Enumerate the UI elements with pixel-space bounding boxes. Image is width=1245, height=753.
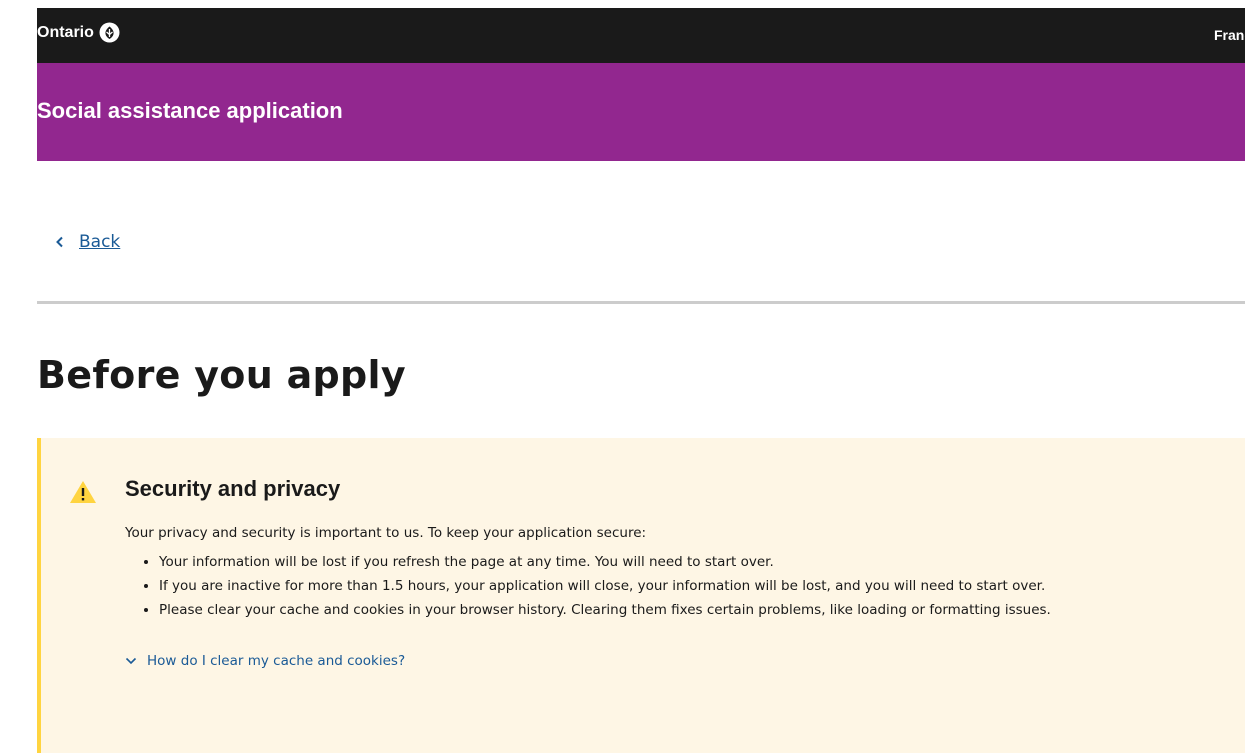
- warning-icon: [70, 481, 96, 503]
- list-item: If you are inactive for more than 1.5 ho…: [159, 574, 1239, 598]
- page-title: Before you apply: [37, 353, 406, 397]
- chevron-down-icon: [125, 657, 137, 665]
- language-toggle-link[interactable]: Français: [1214, 27, 1245, 43]
- chevron-left-icon: [56, 236, 63, 248]
- application-header: Social assistance application: [37, 63, 1245, 161]
- callout-heading: Security and privacy: [125, 476, 341, 501]
- list-item: Please clear your cache and cookies in y…: [159, 598, 1239, 622]
- brand-name: Ontario: [37, 23, 94, 41]
- security-tips-list: Your information will be lost if you ref…: [159, 550, 1239, 622]
- clear-cache-details-toggle[interactable]: How do I clear my cache and cookies?: [125, 653, 405, 669]
- back-link[interactable]: Back: [55, 232, 120, 252]
- application-title: Social assistance application: [37, 98, 343, 123]
- ontario-header: Ontario Français: [37, 8, 1245, 63]
- list-item: Your information will be lost if you ref…: [159, 550, 1239, 574]
- ontario-logo[interactable]: Ontario: [37, 22, 120, 43]
- callout-intro: Your privacy and security is important t…: [125, 525, 647, 541]
- back-link-label: Back: [79, 232, 121, 252]
- page: Ontario Français Social assistance appli…: [0, 0, 1245, 753]
- details-toggle-label: How do I clear my cache and cookies?: [147, 653, 406, 669]
- ontario-trillium-logo-icon: [99, 22, 120, 43]
- divider: [37, 301, 1245, 304]
- security-privacy-callout: Security and privacy Your privacy and se…: [37, 438, 1245, 753]
